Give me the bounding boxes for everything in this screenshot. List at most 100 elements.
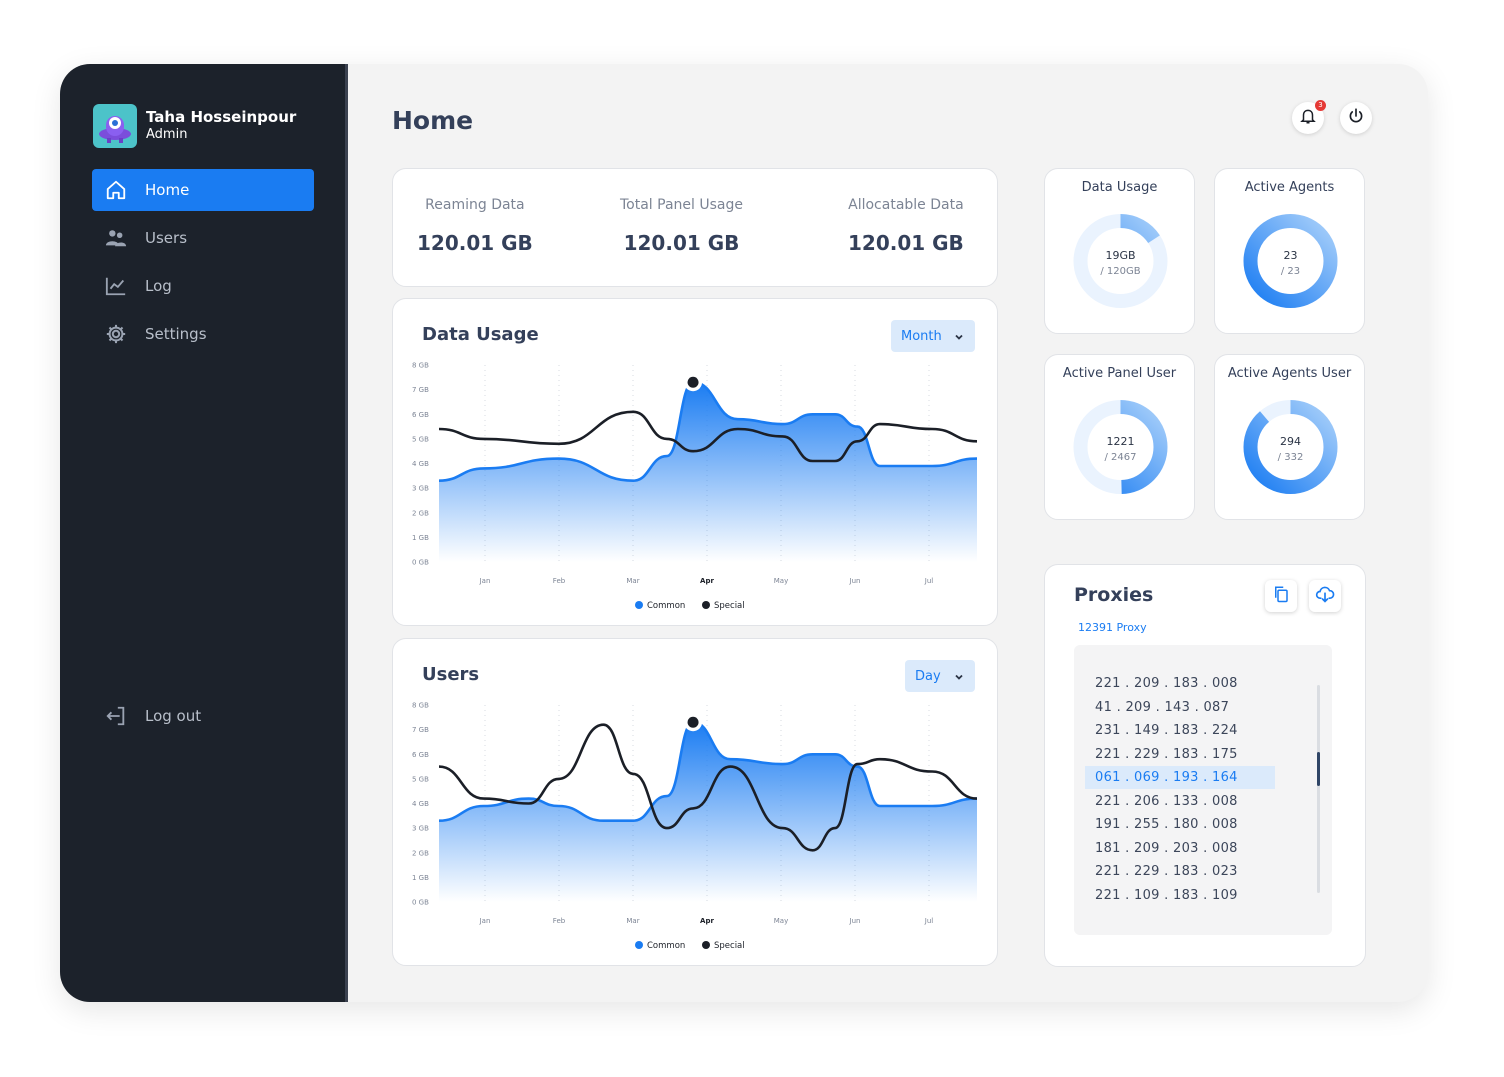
period-dropdown[interactable]: Month <box>891 320 975 352</box>
legend-dot <box>635 941 643 949</box>
chevron-down-icon <box>954 671 964 686</box>
y-tick-label: 1 GB <box>412 874 429 882</box>
stat-label: Reaming Data <box>425 197 525 213</box>
proxies-card: Proxies 12391 Proxy 221 . 209 . 183 . 00… <box>1044 564 1366 967</box>
stats-card: Reaming Data 120.01 GB Total Panel Usage… <box>392 168 998 287</box>
users-chart-card: 0 GB 1 GB 2 GB 3 GB 4 GB 5 GB 6 GB 7 GB 8 GB Jan F… <box>392 638 998 966</box>
dropdown-value: Day <box>915 668 941 684</box>
active-agents-user-ring: 294 / 332 <box>1243 400 1338 494</box>
y-tick-label: 3 GB <box>412 825 429 833</box>
ring-card-active-panel-user: Active Panel User 1221/ 2467 <box>1044 354 1195 520</box>
proxy-item[interactable]: 221 . 206 . 133 . 008 <box>1085 790 1275 813</box>
x-tick-label: Apr <box>700 917 714 925</box>
x-tick-label: Jun <box>849 577 861 585</box>
copy-button[interactable] <box>1265 580 1297 612</box>
stat-label: Total Panel Usage <box>620 197 743 213</box>
x-tick-label: Mar <box>626 577 639 585</box>
y-tick-label: 3 GB <box>412 485 429 493</box>
stat-value: 120.01 GB <box>848 231 964 255</box>
y-tick-label: 0 GB <box>412 559 429 567</box>
power-button[interactable] <box>1340 102 1372 134</box>
y-tick-label: 2 GB <box>412 849 429 857</box>
sidebar-item-home[interactable]: Home <box>92 169 314 211</box>
logout-icon <box>104 704 128 728</box>
ring-total: / 2467 <box>1105 452 1137 463</box>
proxy-item[interactable]: 221 . 229 . 183 . 175 <box>1085 743 1275 766</box>
x-tick-label: Jan <box>479 577 491 585</box>
proxies-title: Proxies <box>1074 584 1154 606</box>
proxy-item[interactable]: 221 . 109 . 183 . 109 <box>1085 884 1275 907</box>
x-tick-label: Jul <box>924 917 934 925</box>
chart-title: Data Usage <box>422 324 539 345</box>
legend-label: Special <box>714 941 745 951</box>
ring-value: 294 <box>1280 435 1301 448</box>
ring-card-data-usage: Data Usage 19GB/ 120GB <box>1044 168 1195 334</box>
chevron-down-icon <box>954 331 964 346</box>
x-tick-label: Apr <box>700 577 714 585</box>
x-tick-label: Jun <box>849 917 861 925</box>
data-usage-ring: 19GB / 120GB <box>1073 214 1168 308</box>
x-tick-label: Jan <box>479 917 491 925</box>
series-common-area <box>439 382 977 562</box>
active-agents-ring: 23 / 23 <box>1243 214 1338 308</box>
logout-button[interactable]: Log out <box>92 695 314 737</box>
proxies-count: 12391 Proxy <box>1078 621 1147 634</box>
stat-value: 120.01 GB <box>623 231 740 255</box>
app-window: Taha Hosseinpour Admin Home Users Log Se… <box>60 64 1428 1002</box>
ring-value: 19GB <box>1105 249 1135 262</box>
highlight-marker-dot <box>687 716 699 728</box>
users-icon <box>104 226 128 250</box>
period-dropdown[interactable]: Day <box>905 660 975 692</box>
y-tick-label: 1 GB <box>412 534 429 542</box>
stat-reaming-data: Reaming Data 120.01 GB <box>417 197 533 255</box>
proxy-item[interactable]: 41 . 209 . 143 . 087 <box>1085 696 1275 719</box>
y-tick-label: 5 GB <box>412 775 429 783</box>
scrollbar-thumb[interactable] <box>1317 752 1320 786</box>
legend-dot <box>635 601 643 609</box>
sidebar-item-label: Settings <box>145 325 207 343</box>
copy-icon <box>1272 585 1290 607</box>
download-button[interactable] <box>1309 580 1341 612</box>
legend-dot <box>702 941 710 949</box>
logout-label: Log out <box>145 707 202 725</box>
notification-badge: 3 <box>1315 100 1326 111</box>
sidebar-item-users[interactable]: Users <box>92 217 314 259</box>
power-icon <box>1347 107 1365 129</box>
y-tick-label: 2 GB <box>412 509 429 517</box>
sidebar-item-settings[interactable]: Settings <box>92 313 314 355</box>
sidebar-item-label: Home <box>145 181 190 199</box>
x-tick-label: May <box>774 577 788 585</box>
scrollbar-track[interactable] <box>1317 685 1320 893</box>
sidebar-item-label: Log <box>145 277 172 295</box>
y-tick-label: 5 GB <box>412 435 429 443</box>
cloud-download-icon <box>1315 584 1335 608</box>
sidebar-item-label: Users <box>145 229 188 247</box>
x-tick-label: Mar <box>626 917 639 925</box>
y-tick-label: 0 GB <box>412 899 429 907</box>
proxy-item[interactable]: 221 . 209 . 183 . 008 <box>1085 672 1275 695</box>
legend-label: Special <box>714 601 745 611</box>
proxy-item[interactable]: 191 . 255 . 180 . 008 <box>1085 813 1275 836</box>
x-tick-label: Jul <box>924 577 934 585</box>
avatar <box>93 104 137 148</box>
stat-value: 120.01 GB <box>417 231 533 255</box>
ring-card-active-agents-user: Active Agents User 294/ 332 <box>1214 354 1365 520</box>
proxy-item[interactable]: 221 . 229 . 183 . 023 <box>1085 860 1275 883</box>
stat-allocatable-data: Allocatable Data 120.01 GB <box>848 197 964 255</box>
x-tick-label: May <box>774 917 788 925</box>
chart-line-icon <box>104 274 128 298</box>
proxy-item[interactable]: 231 . 149 . 183 . 224 <box>1085 719 1275 742</box>
sidebar-item-log[interactable]: Log <box>92 265 314 307</box>
user-profile[interactable]: Taha Hosseinpour Admin <box>93 104 296 148</box>
legend-label: Common <box>647 941 685 951</box>
proxy-item[interactable]: 181 . 209 . 203 . 008 <box>1085 837 1275 860</box>
series-common-area <box>439 722 977 902</box>
proxy-list[interactable]: 221 . 209 . 183 . 008 41 . 209 . 143 . 08… <box>1074 645 1332 935</box>
notifications-button[interactable]: 3 <box>1292 100 1326 134</box>
bell-icon <box>1299 107 1317 129</box>
proxy-item[interactable]: 061 . 069 . 193 . 164 <box>1085 766 1275 789</box>
stat-label: Allocatable Data <box>848 197 964 213</box>
highlight-marker-dot <box>687 376 699 388</box>
data-usage-chart-card: 0 GB 1 GB 2 GB 3 GB 4 GB 5 GB 6 GB 7 GB 8 GB Jan F… <box>392 298 998 626</box>
sidebar: Taha Hosseinpour Admin Home Users Log Se… <box>60 64 347 1002</box>
